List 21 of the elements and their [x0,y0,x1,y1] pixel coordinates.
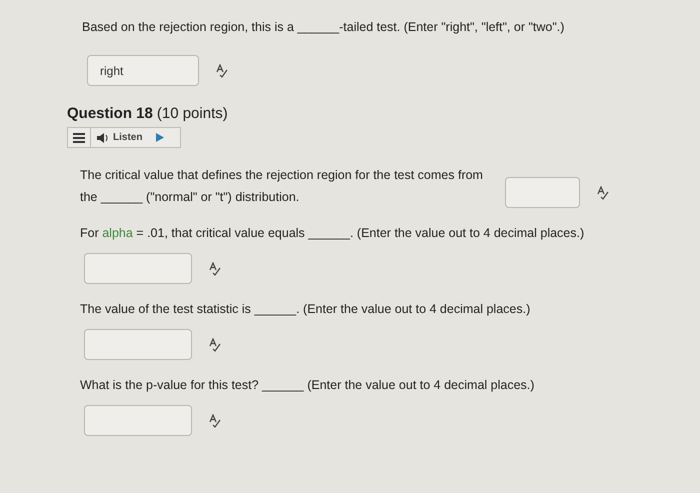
speaker-icon [97,132,109,142]
answer-field[interactable] [84,253,192,284]
menu-icon[interactable] [73,132,85,142]
question-points: (10 points) [156,104,228,123]
play-icon[interactable] [156,133,164,142]
question-text: The critical value that defines the rejection region for the test comes from the ______ ("normal" or "t") distribution. [80,167,484,206]
spellcheck-icon[interactable] [596,186,610,200]
question-text: For alpha = .01, that critical value equals ______. (Enter the value out to 4 decimal places.) [80,225,586,242]
question-text: What is the p-value for this test? ______ (Enter the value out to 4 decimal places.) [80,377,536,394]
answer-field[interactable] [84,329,192,360]
answer-field[interactable] [84,405,192,436]
spellcheck-icon[interactable] [215,64,229,78]
spellcheck-icon[interactable] [208,262,222,276]
question-title: Question 18 [67,104,153,123]
spellcheck-icon[interactable] [208,414,222,428]
answer-field[interactable]: right [87,55,199,86]
listen-button[interactable]: Listen [90,128,148,147]
question-text: Based on the rejection region, this is a ______-tailed test. (Enter "right", "left", or "two".) [82,19,566,36]
spellcheck-icon[interactable] [208,338,222,352]
question-text: The value of the test statistic is ______. (Enter the value out to 4 decimal places.) [80,301,532,318]
answer-field[interactable] [505,177,580,208]
